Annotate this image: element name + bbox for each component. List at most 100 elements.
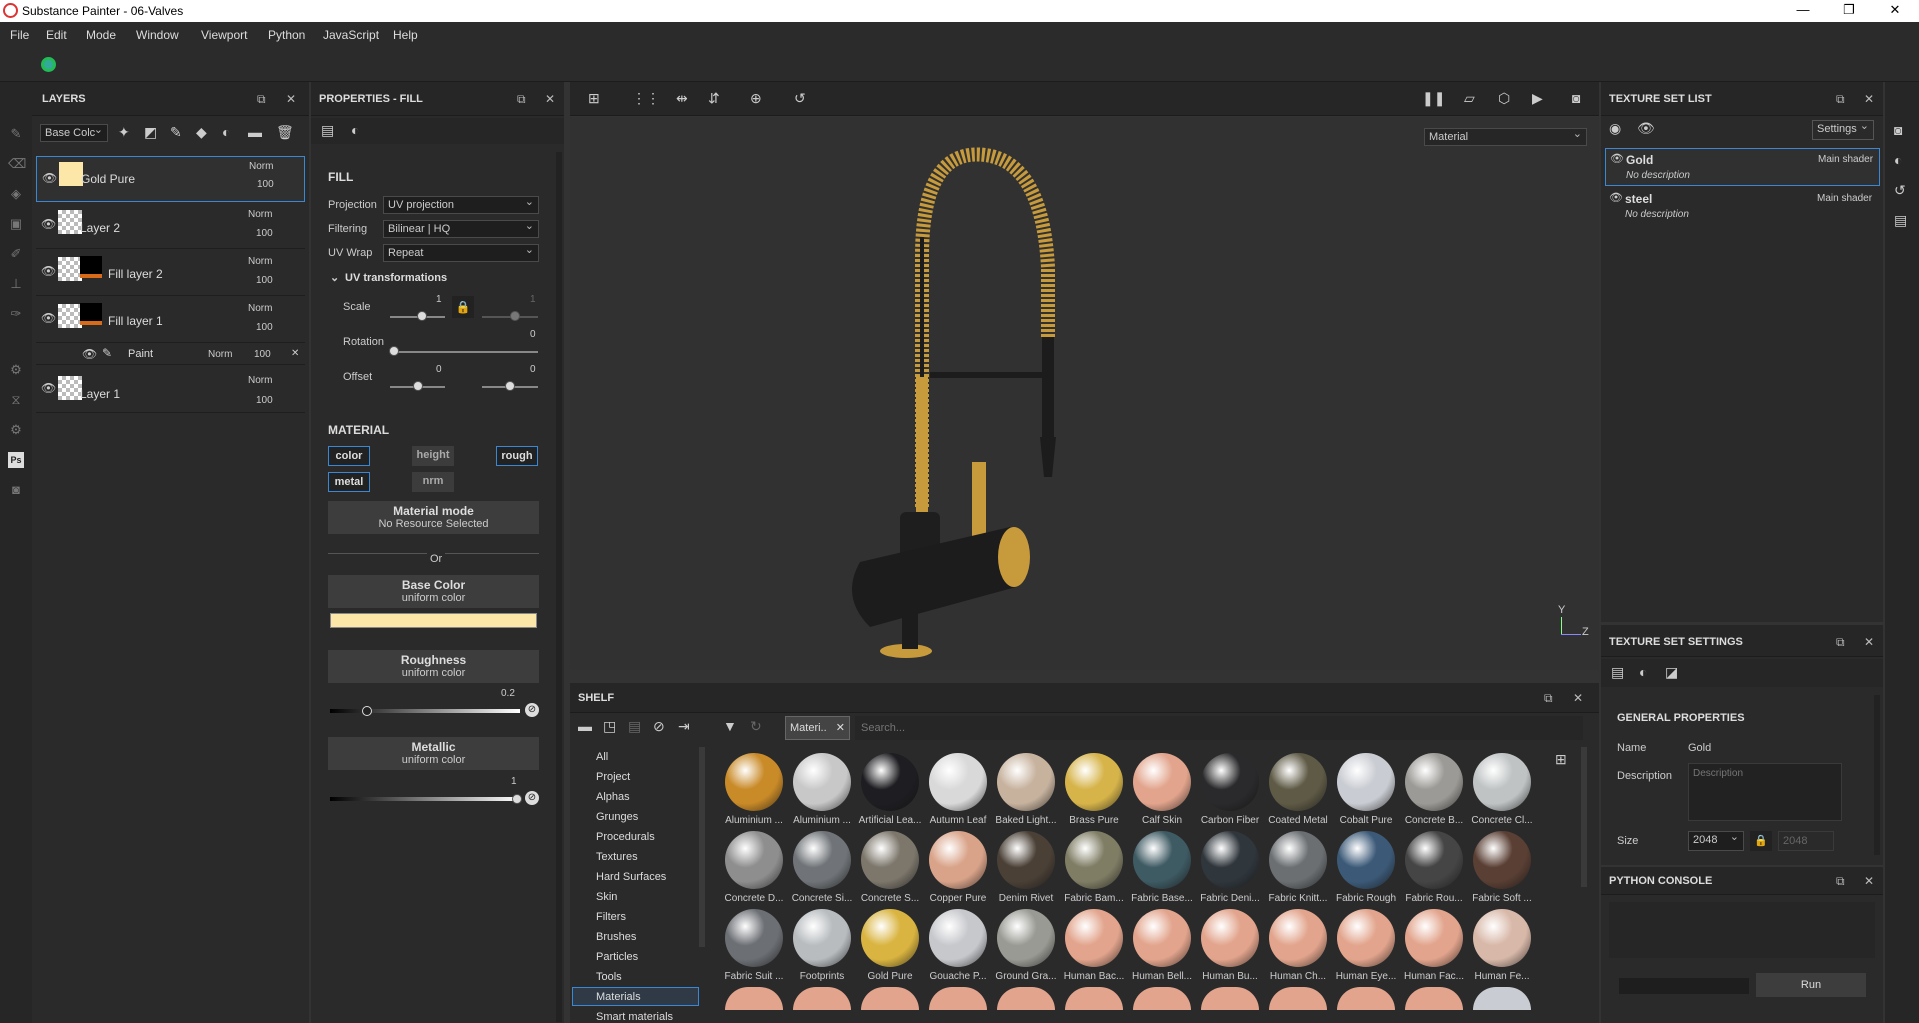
texture-set-shader[interactable]: Main shader (1818, 154, 1873, 165)
add-mask-icon[interactable]: ◩ (144, 124, 157, 141)
filter-tag[interactable]: Materi.. ✕ (785, 716, 850, 740)
layer-name[interactable]: Fill layer 2 (108, 267, 163, 281)
add-smart-material-icon[interactable]: ◐ (222, 124, 230, 140)
category-materials[interactable]: Materials (596, 991, 641, 1003)
float-icon[interactable]: ⧉ (1544, 691, 1553, 706)
close-button[interactable]: ✕ (1872, 0, 1918, 22)
add-fill-layer-icon[interactable]: ◆ (196, 124, 207, 141)
visibility-eye-icon[interactable]: 👁 (41, 264, 56, 278)
lock-icon[interactable]: 🔒 (452, 296, 474, 318)
size-height-field[interactable]: 2048 (1778, 831, 1834, 851)
category-procedurals[interactable]: Procedurals (596, 831, 655, 843)
save-icon[interactable]: ▤ (628, 718, 641, 735)
scale-knob-a[interactable] (417, 311, 427, 321)
offset-knob-b[interactable] (505, 381, 515, 391)
material-thumbnail[interactable] (1133, 831, 1191, 889)
metallic-slider[interactable] (330, 797, 520, 801)
clone-stamp-icon[interactable]: ⊥ (8, 276, 24, 292)
camera-settings-icon[interactable]: ◙ (1894, 122, 1902, 138)
grid-icon[interactable]: ⋮⋮ (632, 90, 660, 107)
category-brushes[interactable]: Brushes (596, 931, 636, 943)
material-thumbnail[interactable] (1201, 753, 1259, 811)
base-color-button[interactable]: Base Color uniform color (328, 575, 539, 608)
close-panel-icon[interactable]: ✕ (286, 92, 296, 106)
float-icon[interactable]: ⧉ (1836, 874, 1845, 889)
add-effect-icon[interactable]: ✦ (118, 124, 130, 141)
visibility-eye-icon[interactable]: 👁 (82, 347, 97, 361)
category-grunges[interactable]: Grunges (596, 811, 638, 823)
viewport-3d[interactable]: Material Y Z (570, 117, 1599, 670)
material-thumbnail[interactable] (861, 831, 919, 889)
projection-select[interactable]: UV projection (383, 194, 539, 214)
channel-select[interactable]: Base Colc (40, 122, 108, 142)
texture-set-row[interactable]: 👁 steel Main shader No description (1605, 188, 1880, 226)
history-icon[interactable]: ↺ (794, 90, 806, 107)
material-thumbnail[interactable] (1337, 909, 1395, 967)
visibility-eye-icon[interactable]: 👁 (41, 381, 56, 395)
remove-effect-icon[interactable]: ✕ (291, 348, 299, 359)
material-thumbnail[interactable] (1065, 909, 1123, 967)
visibility-eye-icon[interactable]: 👁 (41, 217, 56, 231)
material-thumbnail[interactable] (1269, 831, 1327, 889)
menu-edit[interactable]: Edit (46, 28, 67, 42)
polygon-fill-icon[interactable]: ▣ (8, 216, 24, 232)
import-icon[interactable]: ⇥ (678, 718, 690, 735)
layer-row[interactable]: 👁 Layer 1 Norm 100 (36, 367, 305, 413)
visibility-eye-icon[interactable]: 👁 (1610, 152, 1624, 165)
log-icon[interactable]: ▤ (1894, 212, 1907, 229)
blend-mode[interactable]: Norm (248, 209, 272, 220)
shelf-search-input[interactable] (855, 716, 1583, 740)
eraser-icon[interactable]: ⌫ (8, 156, 26, 172)
layer-row[interactable]: 👁 Fill layer 2 Norm 100 (36, 250, 305, 296)
close-panel-icon[interactable]: ✕ (1864, 874, 1874, 888)
menu-javascript[interactable]: JavaScript (323, 28, 379, 42)
run-button[interactable]: Run (1756, 973, 1866, 997)
menu-python[interactable]: Python (268, 28, 305, 42)
texture-set-name[interactable]: Gold (1626, 153, 1653, 167)
symmetry-x-icon[interactable]: ⇹ (676, 90, 688, 107)
material-thumbnail[interactable] (1405, 909, 1463, 967)
material-mode-button[interactable]: Material mode No Resource Selected (328, 501, 539, 534)
visibility-eye-icon[interactable]: 👁 (42, 171, 57, 185)
delete-layer-icon[interactable]: 🗑 (276, 124, 294, 141)
rotation-knob[interactable] (389, 346, 399, 356)
grid-view-icon[interactable]: ⊞ (1555, 751, 1567, 768)
category-project[interactable]: Project (596, 771, 630, 783)
screenshot-icon[interactable]: ◙ (1572, 90, 1580, 106)
effect-name[interactable]: Paint (128, 348, 153, 360)
tsl-settings-button[interactable]: Settings (1812, 118, 1874, 140)
remove-tag-icon[interactable]: ✕ (836, 717, 845, 739)
material-thumbnail[interactable] (793, 753, 851, 811)
blend-mode[interactable]: Norm (208, 349, 232, 360)
category-textures[interactable]: Textures (596, 851, 638, 863)
category-skin[interactable]: Skin (596, 891, 617, 903)
material-thumbnail[interactable] (1133, 753, 1191, 811)
materials-scrollbar[interactable] (1581, 747, 1587, 887)
material-thumbnail[interactable] (793, 909, 851, 967)
channel-color-toggle[interactable]: color (328, 446, 370, 466)
material-thumbnail[interactable] (929, 909, 987, 967)
material-thumbnail[interactable] (997, 753, 1055, 811)
layer-opacity[interactable]: 100 (256, 275, 273, 286)
texture-set-row[interactable]: 👁 Gold Main shader No description (1605, 148, 1880, 186)
folder-icon[interactable]: ▬ (578, 718, 592, 734)
pause-icon[interactable]: ❚❚ (1422, 90, 1445, 107)
material-thumbnail[interactable] (997, 831, 1055, 889)
python-input[interactable] (1619, 978, 1749, 994)
material-thumbnail[interactable] (997, 909, 1055, 967)
material-thumbnail[interactable] (1269, 909, 1327, 967)
layer-row[interactable]: 👁 Gold Pure Norm 100 (36, 156, 305, 202)
tss-scrollbar[interactable] (1874, 695, 1880, 855)
fill-settings-icon[interactable]: ▤ (321, 122, 334, 139)
channel-rough-toggle[interactable]: rough (496, 446, 538, 466)
texture-set-name[interactable]: steel (1625, 192, 1652, 206)
material-thumbnail[interactable] (861, 909, 919, 967)
minimize-button[interactable]: — (1780, 0, 1826, 22)
category-alphas[interactable]: Alphas (596, 791, 630, 803)
bake-icon[interactable]: ⚙ (8, 362, 24, 378)
metallic-picker-icon[interactable]: ⊘ (525, 791, 539, 805)
layer-row[interactable]: 👁 Layer 2 Norm 100 (36, 203, 305, 249)
float-icon[interactable]: ⧉ (1836, 635, 1845, 650)
category-all[interactable]: All (596, 751, 608, 763)
projection-icon[interactable]: ◈ (8, 186, 24, 202)
